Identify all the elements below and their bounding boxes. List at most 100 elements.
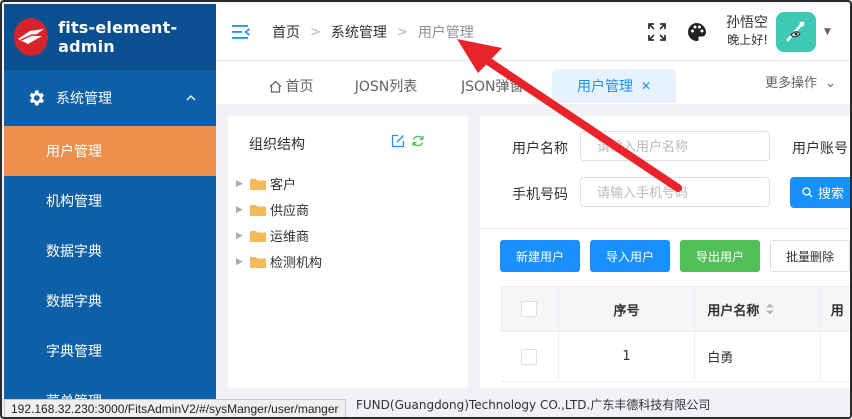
search-button-label: 搜索: [818, 187, 845, 202]
folder-icon: [250, 230, 266, 242]
gear-icon: [29, 90, 44, 106]
logo-row: fits-element-admin: [4, 4, 216, 70]
row-select-cell: [500, 332, 559, 381]
breadcrumb-home[interactable]: 首页: [272, 22, 300, 42]
column-header-label: 用户名称: [707, 303, 760, 319]
tree-node-label: 检测机构: [270, 256, 323, 271]
breadcrumb-current: 用户管理: [417, 25, 474, 41]
select-all-checkbox[interactable]: [520, 301, 537, 317]
export-users-button[interactable]: 导出用户: [680, 240, 760, 272]
tab-home[interactable]: 首页: [256, 69, 326, 103]
tab-json-dialog[interactable]: JSON弹窗: [461, 69, 551, 103]
tab-label: JSON弹窗: [461, 79, 524, 95]
tab-json-list[interactable]: JOSN列表: [346, 69, 426, 103]
status-url-text: 192.168.32.230:3000/FitsAdminV2/#/sysMan…: [11, 402, 339, 416]
phone-label: 手机号码: [512, 187, 568, 203]
top-header: 首页 > 系统管理 > 用户管理 孙悟空 晚上好! ▼: [216, 4, 850, 60]
tab-label: JOSN列表: [354, 79, 418, 95]
tabs-bar: 首页 JOSN列表 JSON弹窗 用户管理 ✕ 更多操作 ⌄: [216, 60, 850, 104]
chevron-right-icon: >: [396, 24, 408, 40]
sort-icon[interactable]: [765, 302, 775, 316]
tree-node-label: 供应商: [270, 204, 310, 219]
caret-right-icon[interactable]: ▶: [236, 231, 244, 241]
folder-icon: [250, 178, 266, 190]
close-icon[interactable]: ✕: [641, 79, 651, 93]
tree-node[interactable]: ▶ 运维商: [236, 226, 309, 245]
sidebar-item-label: 数据字典: [46, 244, 102, 260]
sidebar-item-label: 数据字典: [46, 294, 102, 310]
chevron-up-icon: [186, 95, 196, 101]
app-title: fits-element-admin: [58, 18, 178, 56]
breadcrumb: 首页 > 系统管理 > 用户管理: [272, 22, 474, 42]
tab-user-management[interactable]: 用户管理 ✕: [552, 69, 676, 103]
batch-delete-button[interactable]: 批量删除: [770, 240, 850, 272]
logo-icon: [14, 18, 49, 56]
tree-node-label: 客户: [270, 178, 297, 193]
row-index: 1: [559, 332, 696, 381]
browser-window: fits-element-admin 系统管理 用户管理 机构管理 数据字典 数…: [0, 0, 852, 419]
breadcrumb-system[interactable]: 系统管理: [331, 22, 387, 42]
tree-node[interactable]: ▶ 供应商: [236, 200, 309, 219]
sidebar-item-dict-management[interactable]: 字典管理: [4, 326, 216, 376]
sidebar-item-org-management[interactable]: 机构管理: [4, 176, 216, 226]
divider: [480, 228, 850, 229]
user-name: 孙悟空: [726, 15, 768, 31]
tab-label: 用户管理: [576, 79, 633, 95]
tree-node[interactable]: ▶ 检测机构: [236, 252, 322, 271]
caret-right-icon[interactable]: ▶: [236, 257, 244, 267]
sidebar: fits-element-admin 系统管理 用户管理 机构管理 数据字典 数…: [4, 4, 216, 417]
phone-input[interactable]: [580, 177, 770, 207]
column-header-account: 用: [821, 287, 850, 331]
username-label: 用户名称: [512, 141, 568, 157]
caret-right-icon[interactable]: ▶: [236, 205, 244, 215]
header-right: 孙悟空 晚上好! ▼: [646, 4, 850, 60]
tree-node-label: 运维商: [270, 230, 310, 245]
tab-label: 首页: [285, 79, 314, 95]
folder-icon: [250, 204, 266, 216]
user-list-panel: 用户名称 用户账号 手机号码 搜索 新建用户 导入用户 导出用户 批量删除 序号: [480, 116, 850, 388]
edit-icon[interactable]: [391, 134, 405, 148]
sidebar-item-label: 字典管理: [46, 344, 102, 360]
table-row[interactable]: 1 白勇: [500, 332, 850, 382]
user-info: 孙悟空 晚上好!: [726, 15, 768, 49]
folder-icon: [250, 256, 266, 268]
avatar[interactable]: [776, 12, 816, 52]
more-actions-dropdown[interactable]: 更多操作 ⌄: [765, 72, 836, 91]
palette-icon[interactable]: [686, 21, 708, 43]
row-checkbox[interactable]: [520, 348, 537, 365]
tree-node[interactable]: ▶ 客户: [236, 174, 296, 193]
org-structure-panel: 组织结构 ▶ 客户 ▶ 供应商 ▶ 运维商 ▶ 检测机构: [228, 116, 468, 388]
sidebar-item-user-management[interactable]: 用户管理: [4, 126, 216, 176]
caret-down-icon[interactable]: ▼: [824, 27, 834, 37]
import-users-button[interactable]: 导入用户: [590, 240, 670, 272]
new-user-button[interactable]: 新建用户: [500, 240, 580, 272]
sidebar-item-data-dictionary[interactable]: 数据字典: [4, 226, 216, 276]
menu-fold-icon[interactable]: [232, 24, 250, 40]
chevron-right-icon: >: [310, 24, 321, 40]
search-button[interactable]: 搜索: [790, 177, 850, 208]
footer-text: FUND(Guangdong)Technology CO.,LTD.广东丰德科技…: [356, 398, 711, 412]
sidebar-item-data-dictionary-2[interactable]: 数据字典: [4, 276, 216, 326]
username-input[interactable]: [580, 131, 770, 161]
search-icon: [802, 187, 813, 198]
status-url: 192.168.32.230:3000/FitsAdminV2/#/sysMan…: [4, 399, 346, 417]
column-header-index: 序号: [559, 287, 696, 331]
row-account: [821, 332, 850, 381]
sidebar-group-system[interactable]: 系统管理: [4, 70, 216, 126]
refresh-icon[interactable]: [411, 134, 425, 148]
select-all-cell: [500, 287, 559, 331]
fullscreen-icon[interactable]: [646, 21, 668, 43]
sidebar-group-label: 系统管理: [56, 91, 112, 107]
table-header: 序号 用户名称 用: [500, 286, 850, 332]
home-icon: [269, 80, 281, 93]
row-username: 白勇: [695, 332, 821, 381]
org-actions: [391, 134, 431, 148]
sidebar-item-label: 机构管理: [46, 194, 102, 210]
chevron-down-icon: ⌄: [825, 76, 836, 91]
user-greeting: 晚上好!: [727, 33, 768, 47]
column-header-username[interactable]: 用户名称: [695, 287, 821, 331]
org-title: 组织结构: [249, 137, 305, 153]
sidebar-item-label: 用户管理: [46, 144, 102, 160]
more-actions-label: 更多操作: [764, 76, 817, 91]
caret-right-icon[interactable]: ▶: [236, 179, 244, 189]
